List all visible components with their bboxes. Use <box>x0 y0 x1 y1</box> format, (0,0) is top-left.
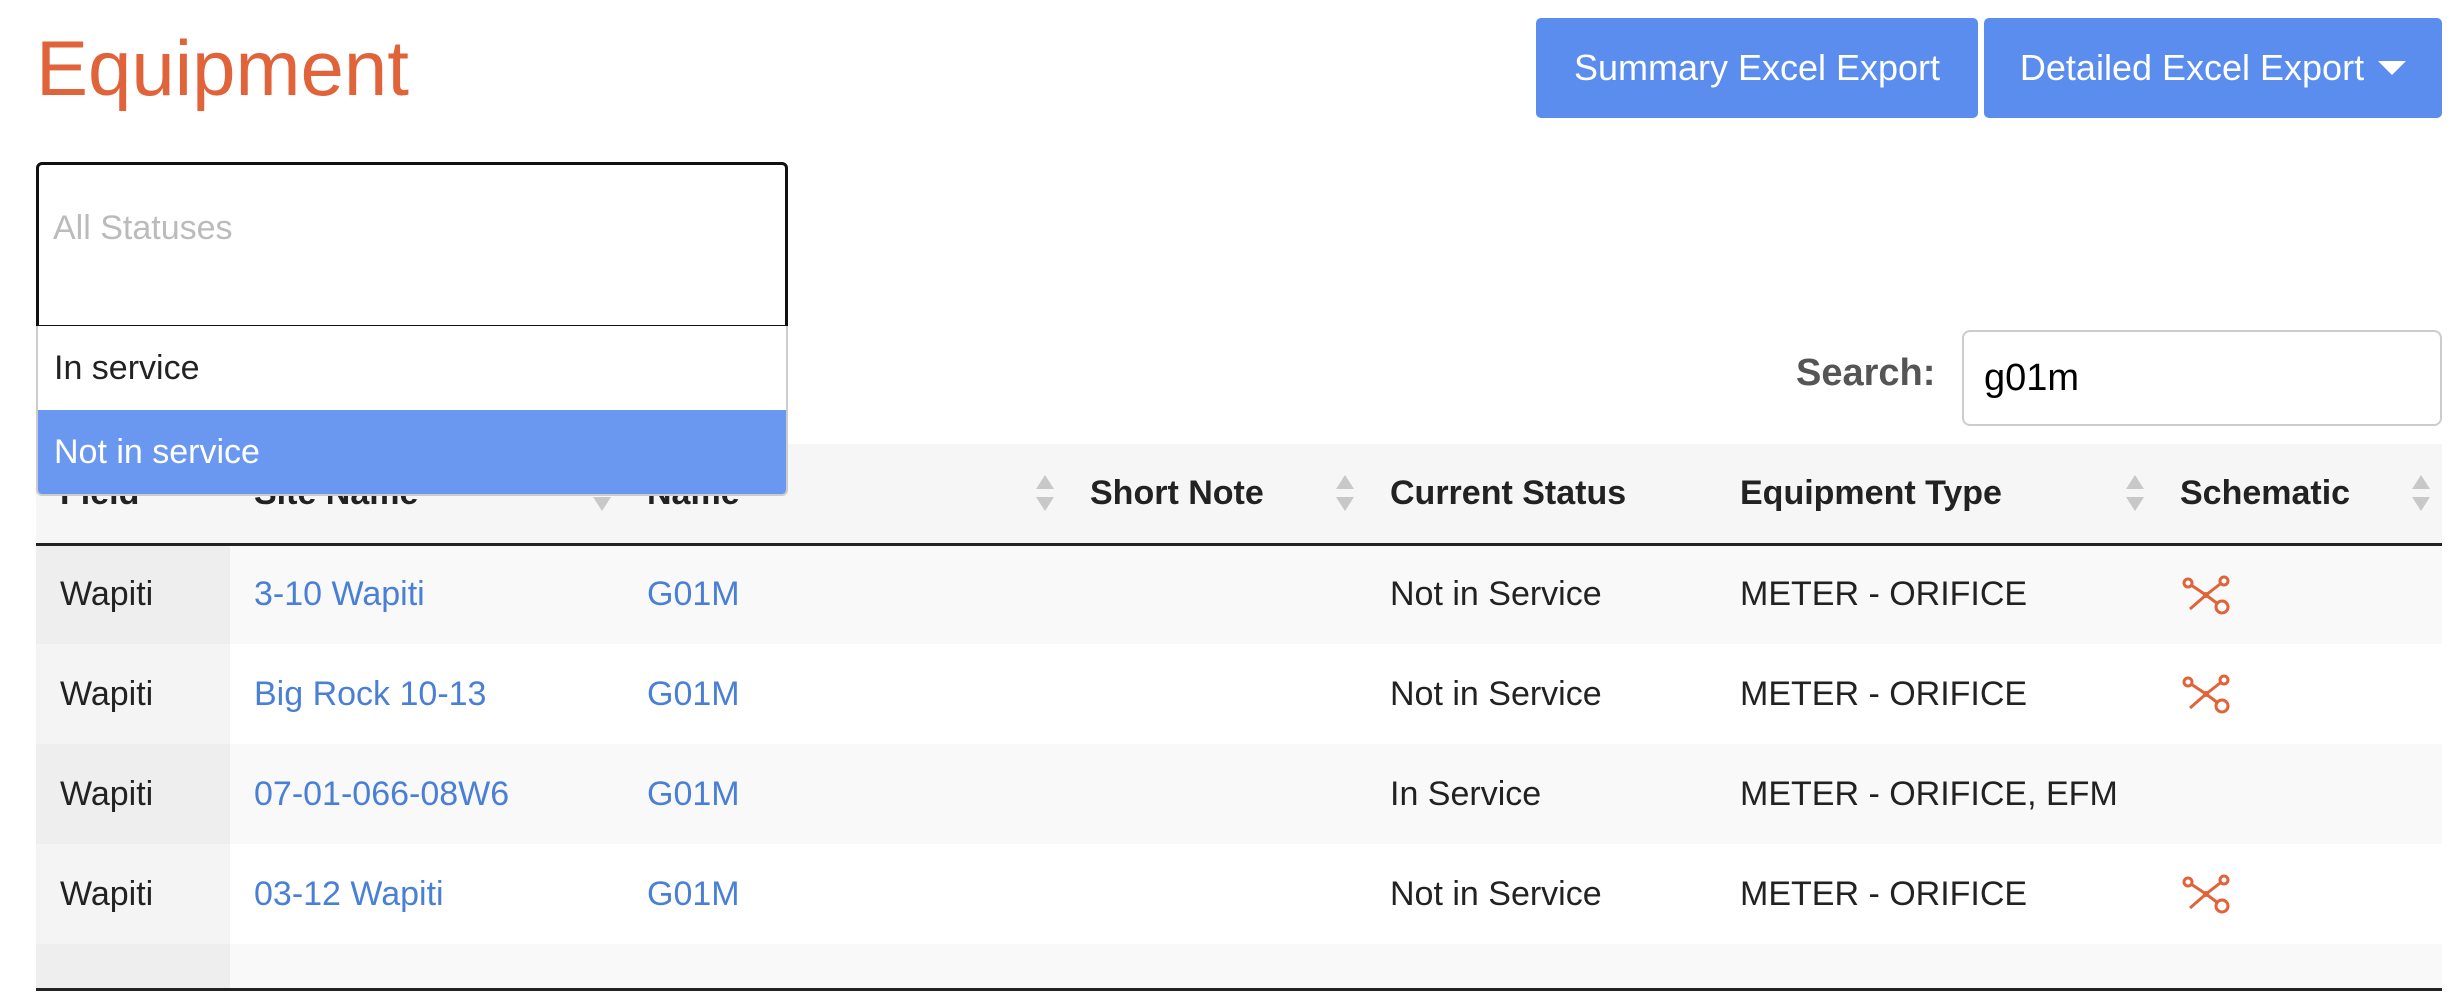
schematic-icon[interactable] <box>2180 672 2232 716</box>
site-name-link[interactable]: Big Rock 10-13 <box>254 675 486 713</box>
column-header-label: Equipment Type <box>1740 473 2002 512</box>
sort-icon <box>1336 473 1354 513</box>
cell-field: Wapiti <box>36 844 230 944</box>
sort-icon <box>1036 473 1054 513</box>
cell-schematic <box>2156 744 2442 844</box>
cell-equipment-type: METER - ORIFICE <box>1740 575 2028 614</box>
cell-field: Wapiti <box>36 544 230 644</box>
equipment-name-link[interactable]: G01M <box>647 775 740 813</box>
column-header-short-note[interactable]: Short Note <box>1066 444 1366 546</box>
column-header-label: Short Note <box>1090 473 1264 512</box>
cell-name: G01M <box>623 544 1066 644</box>
cell-clipped <box>230 944 2442 988</box>
cell-name: G01M <box>623 844 1066 944</box>
table-row: Wapiti 07-01-066-08W6 G01M In Service METER … <box>36 744 2442 844</box>
cell-equipment-type: METER - ORIFICE <box>1740 874 2028 913</box>
detailed-excel-export-label: Detailed Excel Export <box>2019 47 2365 88</box>
equipment-table: Field Site Name Name Short Note Current … <box>36 444 2442 988</box>
summary-excel-export-button[interactable]: Summary Excel Export <box>1536 18 1978 118</box>
column-header-label: Schematic <box>2180 473 2351 512</box>
schematic-icon[interactable] <box>2180 573 2232 617</box>
cell-name: G01M <box>623 744 1066 844</box>
status-option-in-service[interactable]: In service <box>38 326 786 410</box>
cell-current-status: Not in Service <box>1390 874 1602 913</box>
sort-icon <box>2412 473 2430 513</box>
cell-site-name: 07-01-066-08W6 <box>230 744 623 844</box>
site-name-link[interactable]: 07-01-066-08W6 <box>254 775 509 813</box>
page-title: Equipment <box>36 24 409 112</box>
equipment-name-link[interactable]: G01M <box>647 675 740 713</box>
cell-equipment-type: METER - ORIFICE, EFM <box>1740 774 2118 813</box>
table-row <box>36 944 2442 988</box>
table-row: Wapiti Big Rock 10-13 G01M Not in Service ME… <box>36 644 2442 744</box>
cell-schematic <box>2156 544 2442 644</box>
equipment-table-container: Field Site Name Name Short Note Current … <box>36 444 2442 991</box>
summary-excel-export-label: Summary Excel Export <box>1573 47 1941 88</box>
cell-schematic <box>2156 844 2442 944</box>
search-label: Search: <box>1796 352 1936 394</box>
cell-short-note <box>1066 644 1366 744</box>
cell-field: Wapiti <box>36 644 230 744</box>
status-filter-menu: In service Not in service <box>36 326 788 496</box>
table-row: Wapiti 03-12 Wapiti G01M Not in Service METE… <box>36 844 2442 944</box>
detailed-excel-export-button[interactable]: Detailed Excel Export <box>1984 18 2442 118</box>
column-header-label: Current Status <box>1390 473 1627 512</box>
cell-current-status: Not in Service <box>1390 674 1602 713</box>
sort-icon <box>2126 473 2144 513</box>
search-input[interactable] <box>1962 330 2442 426</box>
cell-field: Wapiti <box>36 744 230 844</box>
cell-short-note <box>1066 744 1366 844</box>
status-filter-select[interactable]: All Statuses <box>36 162 788 328</box>
status-option-not-in-service[interactable]: Not in service <box>38 410 786 494</box>
cell-short-note <box>1066 844 1366 944</box>
table-row: Wapiti 3-10 Wapiti G01M Not in Service METER… <box>36 544 2442 644</box>
table-body: Wapiti 3-10 Wapiti G01M Not in Service METER… <box>36 544 2442 988</box>
cell-equipment-type: METER - ORIFICE <box>1740 674 2028 713</box>
column-header-current-status[interactable]: Current Status <box>1366 444 1716 546</box>
cell-site-name: 03-12 Wapiti <box>230 844 623 944</box>
status-filter-placeholder: All Statuses <box>53 209 233 247</box>
cell-field <box>36 944 230 988</box>
equipment-name-link[interactable]: G01M <box>647 875 740 913</box>
equipment-name-link[interactable]: G01M <box>647 575 740 613</box>
schematic-icon[interactable] <box>2180 872 2232 916</box>
column-header-equipment-type[interactable]: Equipment Type <box>1716 444 2156 546</box>
cell-current-status: Not in Service <box>1390 575 1602 614</box>
column-header-schematic[interactable]: Schematic <box>2156 444 2442 546</box>
cell-current-status: In Service <box>1390 774 1542 813</box>
site-name-link[interactable]: 3-10 Wapiti <box>254 575 425 613</box>
cell-name: G01M <box>623 644 1066 744</box>
cell-site-name: 3-10 Wapiti <box>230 544 623 644</box>
equipment-page: Equipment Summary Excel Export Detailed … <box>0 0 2456 1002</box>
cell-short-note <box>1066 544 1366 644</box>
site-name-link[interactable]: 03-12 Wapiti <box>254 875 444 913</box>
cell-schematic <box>2156 644 2442 744</box>
cell-site-name: Big Rock 10-13 <box>230 644 623 744</box>
caret-down-icon <box>2378 61 2407 75</box>
